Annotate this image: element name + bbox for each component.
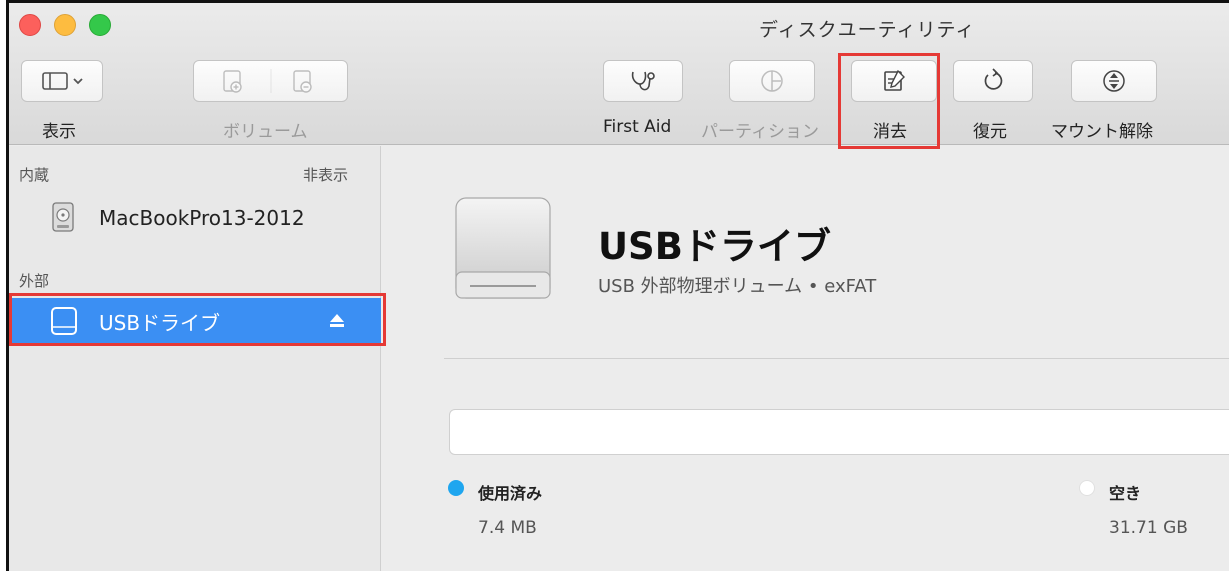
free-label: 空き — [1109, 484, 1142, 503]
main-detail-pane: USBドライブ USB 外部物理ボリューム • exFAT 使用済み 7.4 M… — [382, 146, 1229, 571]
divider — [444, 358, 1229, 359]
disk-title: USBドライブ — [598, 225, 831, 268]
used-value: 7.4 MB — [478, 518, 537, 538]
stethoscope-icon — [631, 71, 655, 91]
restore-button[interactable] — [953, 60, 1033, 102]
toolbar: ディスクユーティリティ 表示 ボリューム First Aid パーティション 消… — [9, 3, 1229, 145]
minimize-window-button[interactable] — [54, 14, 76, 36]
first-aid-button[interactable] — [603, 60, 683, 102]
used-legend-dot — [448, 480, 464, 496]
partition-label: パーティション — [701, 122, 819, 142]
volume-add-remove-icon — [222, 69, 312, 93]
internal-section-label: 内蔵 — [19, 166, 50, 184]
unmount-label: マウント解除 — [1051, 122, 1153, 142]
close-window-button[interactable] — [19, 14, 41, 36]
window-title: ディスクユーティリティ — [759, 19, 976, 41]
hard-drive-icon — [52, 202, 74, 232]
unmount-button[interactable] — [1071, 60, 1157, 102]
sidebar-toggle-icon — [42, 72, 83, 90]
free-legend-dot — [1079, 480, 1095, 496]
hide-internal-link[interactable]: 非表示 — [303, 164, 348, 185]
sidebar: 内蔵 非表示 MacBookPro13-2012 外部 USBドライブ — [9, 146, 381, 571]
disk-utility-window: ディスクユーティリティ 表示 ボリューム First Aid パーティション 消… — [6, 0, 1229, 571]
view-label: 表示 — [42, 122, 76, 142]
erase-highlight-box — [838, 53, 940, 149]
zoom-window-button[interactable] — [89, 14, 111, 36]
restore-label: 復元 — [973, 122, 1007, 142]
free-value: 31.71 GB — [1109, 518, 1188, 538]
first-aid-label: First Aid — [603, 117, 672, 137]
external-section-label: 外部 — [19, 272, 50, 290]
usage-bar — [449, 409, 1229, 455]
used-label: 使用済み — [478, 484, 543, 503]
partition-pie-icon — [761, 70, 783, 92]
internal-disk-name: MacBookPro13-2012 — [99, 206, 305, 230]
view-button[interactable] — [21, 60, 103, 102]
sidebar-item-internal-disk[interactable]: MacBookPro13-2012 — [9, 196, 381, 240]
partition-button[interactable] — [729, 60, 815, 102]
volume-label: ボリューム — [223, 122, 308, 142]
disk-subtitle: USB 外部物理ボリューム • exFAT — [598, 276, 877, 297]
usb-drive-large-icon — [455, 197, 551, 299]
restore-icon — [984, 68, 1003, 90]
unmount-icon — [1103, 70, 1125, 92]
volume-button[interactable] — [193, 60, 348, 102]
usb-drive-highlight-box — [9, 293, 386, 346]
